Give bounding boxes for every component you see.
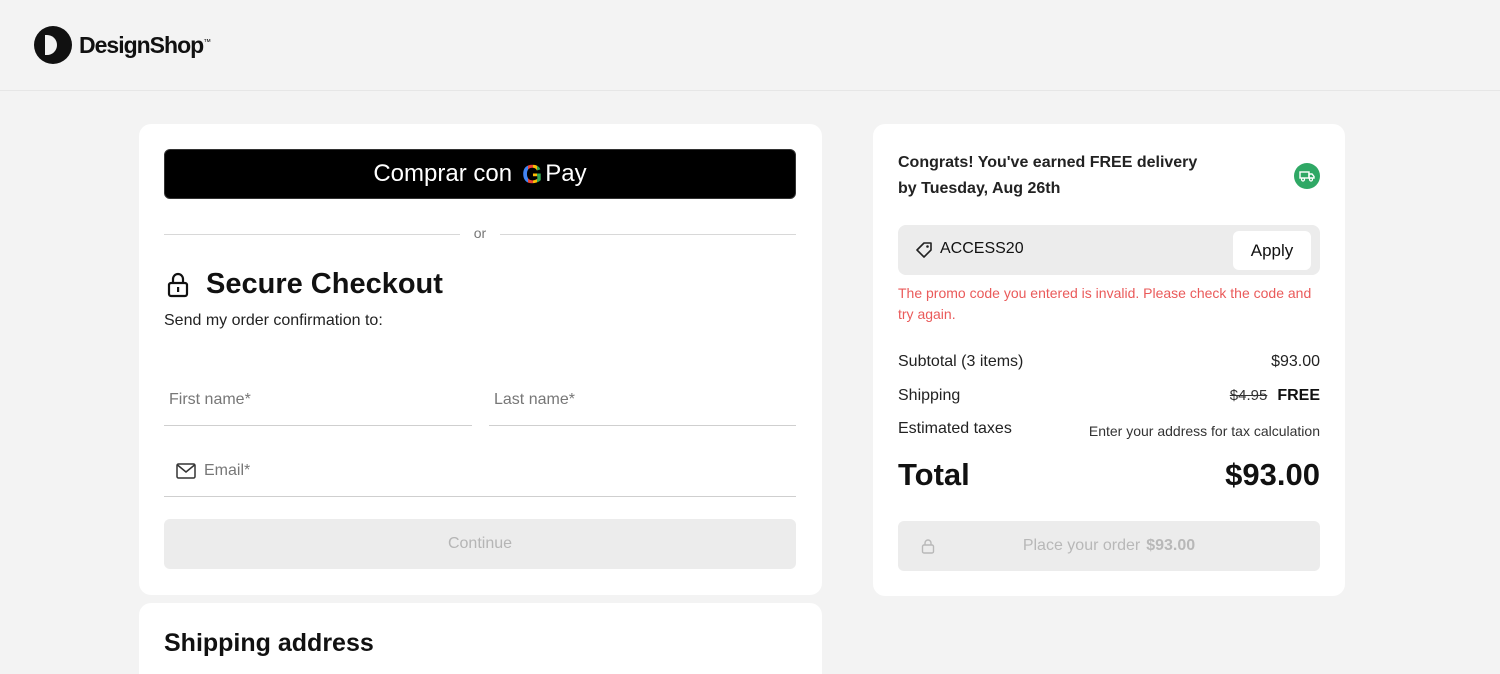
last-name-field-wrapper — [489, 374, 796, 426]
place-order-button[interactable]: Place your order $93.00 — [898, 521, 1320, 571]
order-summary-card: Congrats! You've earned FREE delivery by… — [873, 124, 1345, 596]
subtotal-value: $93.00 — [1271, 353, 1320, 370]
promo-code-input[interactable]: ACCESS20 — [940, 240, 1024, 258]
shipping-value: FREE — [1277, 387, 1320, 404]
subtotal-label: Subtotal (3 items) — [898, 353, 1024, 370]
shipping-label: Shipping — [898, 387, 961, 404]
or-text: or — [473, 225, 487, 241]
logo-text: DesignShop™ — [79, 31, 211, 58]
shipping-row: Shipping $4.95 FREE — [898, 387, 1320, 409]
free-delivery-message: Congrats! You've earned FREE delivery by… — [898, 154, 1198, 197]
gpay-pay-label: Pay — [545, 160, 587, 187]
place-order-amount: $93.00 — [1146, 537, 1196, 554]
or-divider: or — [164, 224, 796, 244]
taxes-value: Enter your address for tax calculation — [1088, 423, 1320, 439]
tag-icon — [916, 242, 932, 258]
promo-code-box: ACCESS20 Apply — [898, 225, 1320, 275]
email-field[interactable] — [196, 445, 796, 496]
mail-icon — [176, 462, 196, 479]
lock-icon — [167, 272, 189, 297]
google-pay-button[interactable]: Comprar con G Pay — [164, 149, 796, 199]
place-order-label-group: Place your order $93.00 — [898, 537, 1320, 555]
shipping-address-card: Shipping address — [139, 603, 822, 674]
total-row: Total $93.00 — [898, 457, 1320, 497]
logo[interactable]: DesignShop™ — [34, 26, 211, 64]
first-name-field[interactable] — [164, 374, 472, 425]
last-name-field[interactable] — [489, 374, 796, 425]
first-name-field-wrapper — [164, 374, 472, 426]
promo-error-message: The promo code you entered is invalid. P… — [898, 285, 1312, 322]
total-label: Total — [898, 457, 970, 492]
place-order-label: Place your order — [1022, 537, 1141, 554]
site-header: DesignShop™ — [0, 0, 1500, 91]
send-confirmation-label: Send my order confirmation to: — [164, 312, 383, 329]
shipping-old-price: $4.95 — [1229, 387, 1268, 404]
secure-checkout-heading: Secure Checkout — [164, 268, 443, 301]
google-g-icon: G — [522, 158, 543, 189]
truck-icon — [1294, 163, 1320, 189]
logo-mark-icon — [34, 26, 72, 64]
taxes-label: Estimated taxes — [898, 420, 1012, 437]
continue-button[interactable]: Continue — [164, 519, 796, 569]
taxes-row: Estimated taxes Enter your address for t… — [898, 420, 1320, 442]
subtotal-row: Subtotal (3 items) $93.00 — [898, 353, 1320, 375]
email-field-wrapper — [164, 445, 796, 497]
shipping-value-group: $4.95 FREE — [1230, 387, 1320, 405]
apply-promo-button[interactable]: Apply — [1233, 231, 1311, 270]
divider-line-right — [500, 234, 796, 235]
gpay-label: Comprar con — [373, 160, 513, 187]
checkout-card: Comprar con G Pay or Secure Checkout Sen… — [139, 124, 822, 595]
divider-line-left — [164, 234, 460, 235]
page-title: Secure Checkout — [206, 268, 443, 300]
total-value: $93.00 — [1225, 457, 1320, 492]
shipping-address-title: Shipping address — [164, 629, 374, 657]
